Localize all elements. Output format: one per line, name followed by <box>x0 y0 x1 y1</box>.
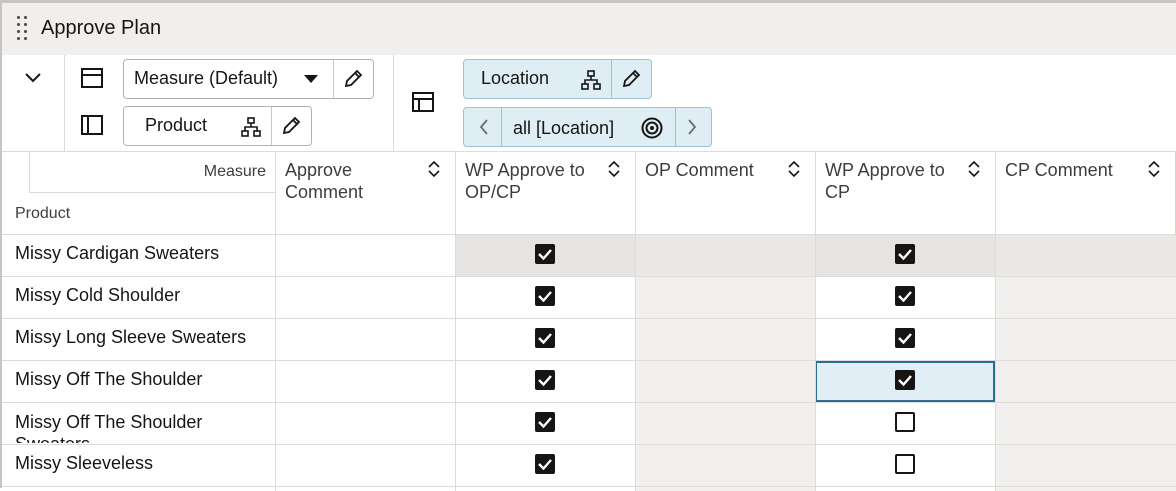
product-dimension[interactable]: Product <box>123 106 312 146</box>
layout-toolbar: Measure (Default) Product Location all [… <box>2 55 1176 151</box>
dropdown-caret-icon <box>304 72 318 86</box>
checkmark-icon <box>898 249 912 261</box>
rows-layout-icon[interactable] <box>80 114 104 136</box>
checkmark-icon <box>898 375 912 387</box>
checkmark-icon <box>538 375 552 387</box>
location-dimension-label: Location <box>481 68 550 88</box>
row-header-product: Missy Off The Shoulder <box>15 369 203 389</box>
checkmark-icon <box>898 291 912 303</box>
row-header-product: Missy Sleeveless <box>15 453 154 473</box>
checkmark-icon <box>538 417 552 429</box>
measure-axis-label: Measure <box>203 163 266 180</box>
row-header-product: Missy Off The Shoulder Sweaters <box>15 412 203 443</box>
approve-cp-checkbox[interactable] <box>895 370 915 390</box>
approve-cp-checkbox[interactable] <box>895 286 915 306</box>
approve-op-cp-checkbox[interactable] <box>535 370 555 390</box>
row-header-product: Missy Long Sleeve Sweaters <box>15 327 247 347</box>
approve-cp-checkbox[interactable] <box>895 412 915 432</box>
checkmark-icon <box>538 459 552 471</box>
title-bar: Approve Plan <box>2 3 1176 55</box>
sort-icon[interactable] <box>1148 160 1160 182</box>
target-icon[interactable] <box>640 116 664 140</box>
approve-plan-panel: Approve Plan Measure (Default) Product L… <box>0 0 1176 491</box>
approve-op-cp-checkbox[interactable] <box>535 244 555 264</box>
checkmark-icon <box>898 333 912 345</box>
checkmark-icon <box>538 333 552 345</box>
product-dimension-label: Product <box>145 115 208 135</box>
edit-pencil-icon[interactable] <box>620 68 642 90</box>
chevron-left-icon[interactable] <box>474 117 494 137</box>
column-header-wp-approve-op-cp[interactable]: WP Approve to OP/CP <box>465 159 605 203</box>
approve-cp-checkbox[interactable] <box>895 454 915 474</box>
approve-cp-checkbox[interactable] <box>895 328 915 348</box>
location-filter-label: all [Location] <box>513 118 615 138</box>
hierarchy-icon[interactable] <box>240 116 262 138</box>
sort-icon[interactable] <box>608 160 620 182</box>
chevron-right-icon[interactable] <box>682 117 702 137</box>
measure-dropdown[interactable]: Measure (Default) <box>123 59 374 99</box>
row-header-product: Missy Cardigan Sweaters <box>15 243 220 263</box>
location-filter[interactable]: all [Location] <box>463 107 712 147</box>
columns-layout-icon[interactable] <box>80 67 104 89</box>
approve-op-cp-checkbox[interactable] <box>535 328 555 348</box>
edit-pencil-icon[interactable] <box>280 115 302 137</box>
checkmark-icon <box>538 291 552 303</box>
row-header-product: Missy Cold Shoulder <box>15 285 181 305</box>
measure-dropdown-label: Measure (Default) <box>134 68 279 88</box>
column-header-approve-comment[interactable]: Approve Comment <box>285 159 425 203</box>
drag-handle-icon[interactable] <box>17 16 29 46</box>
location-dimension[interactable]: Location <box>463 59 652 99</box>
sort-icon[interactable] <box>788 160 800 182</box>
edit-pencil-icon[interactable] <box>342 68 364 90</box>
checkmark-icon <box>538 249 552 261</box>
data-grid: Measure Product Approve Comment WP Appro… <box>2 151 1176 491</box>
sort-icon[interactable] <box>428 160 440 182</box>
column-header-cp-comment[interactable]: CP Comment <box>1005 159 1145 181</box>
approve-op-cp-checkbox[interactable] <box>535 454 555 474</box>
panel-title: Approve Plan <box>41 17 162 39</box>
approve-op-cp-checkbox[interactable] <box>535 286 555 306</box>
sort-icon[interactable] <box>968 160 980 182</box>
approve-op-cp-checkbox[interactable] <box>535 412 555 432</box>
column-header-wp-approve-cp[interactable]: WP Approve to CP <box>825 159 965 203</box>
hierarchy-icon[interactable] <box>580 69 602 91</box>
chevron-down-icon[interactable] <box>22 67 44 89</box>
approve-cp-checkbox[interactable] <box>895 244 915 264</box>
page-layout-icon[interactable] <box>411 91 435 113</box>
product-axis-label: Product <box>15 205 71 222</box>
column-header-op-comment[interactable]: OP Comment <box>645 159 785 181</box>
